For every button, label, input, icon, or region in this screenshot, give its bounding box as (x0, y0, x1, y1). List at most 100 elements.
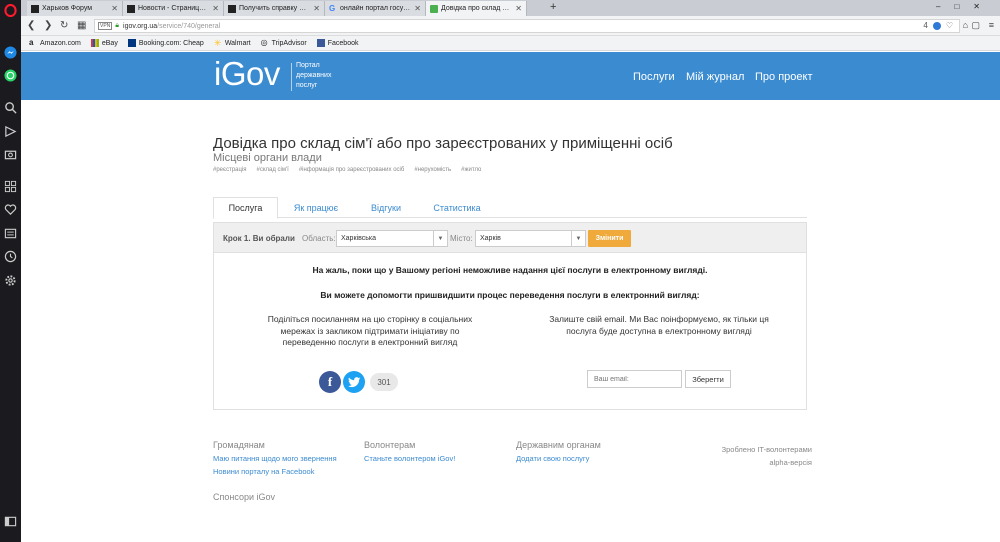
site-header: iGov Портал державних послуг Послуги Мій… (21, 52, 1000, 100)
bookmark-facebook[interactable]: Facebook (316, 39, 359, 47)
browser-tab[interactable]: Новости - Страница 2 - Х ✕ (123, 1, 224, 16)
speed-dial-icon[interactable] (3, 179, 18, 194)
lock-icon[interactable]: 🔒︎ (115, 22, 119, 30)
bookmark-amazon[interactable]: a Amazon.com (29, 39, 81, 47)
region-label: Область: (302, 234, 336, 243)
email-field[interactable] (587, 370, 682, 388)
new-tab-button[interactable]: + (550, 1, 556, 14)
booking-icon (127, 39, 136, 47)
tag[interactable]: #реєстрація (213, 167, 247, 173)
tag[interactable]: #склад сім'ї (257, 167, 289, 173)
whatsapp-icon[interactable] (3, 68, 18, 83)
footer-link[interactable]: Станьте волонтером iGov! (364, 454, 455, 463)
unavailable-message: На жаль, поки що у Вашому регіоні неможл… (214, 265, 806, 275)
tab-close-icon[interactable]: ✕ (313, 4, 320, 13)
browser-tab[interactable]: G онлайн портал госуслуг у ✕ (325, 1, 426, 16)
facebook-icon (316, 39, 325, 47)
site-favicon-icon (228, 4, 236, 13)
share-count: 301 (370, 373, 398, 391)
forward-icon[interactable]: ❯ (44, 20, 52, 31)
tag[interactable]: #інформація про зареєстрованих осіб (299, 167, 404, 173)
change-button[interactable]: Змінити (588, 230, 631, 247)
save-button[interactable]: Зберегти (685, 370, 731, 388)
camera-icon[interactable] (3, 147, 18, 162)
browser-tab[interactable]: Получить справку о соста ✕ (224, 1, 325, 16)
service-panel: Крок 1. Ви обрали Область: Харківська ▼ … (213, 222, 807, 410)
tab-service[interactable]: Послуга (213, 197, 278, 219)
address-bar-row: ❮ ❯ ↻ ▦ VPN 🔒︎ igov.org.ua/service/740/g… (21, 16, 1000, 36)
adblock-shield-icon[interactable] (932, 21, 941, 30)
speed-dial-button-icon[interactable]: ▦ (77, 20, 86, 31)
reload-icon[interactable]: ↻ (60, 20, 68, 31)
nav-about[interactable]: Про проект (755, 71, 812, 83)
tab-close-icon[interactable]: ✕ (212, 4, 219, 13)
nav-my-journal[interactable]: Мій журнал (686, 71, 744, 83)
twitter-share-icon[interactable] (343, 371, 365, 393)
vpn-badge[interactable]: VPN (98, 22, 113, 30)
tab-title: онлайн портал госуслуг у (340, 5, 411, 12)
page-subtitle: Місцеві органи влади (213, 152, 322, 164)
facebook-share-icon[interactable]: f (319, 371, 341, 393)
tab-close-icon[interactable]: ✕ (414, 4, 421, 13)
region-select[interactable]: Харківська ▼ (336, 230, 448, 247)
footer-link[interactable]: Маю питання щодо мого звернення (213, 454, 337, 463)
step-bar: Крок 1. Ви обрали Область: Харківська ▼ … (214, 223, 806, 253)
footer-citizens-title: Громадянам (213, 440, 265, 450)
bookmark-label: Amazon.com (40, 39, 81, 47)
news-icon[interactable] (3, 226, 18, 241)
bookmark-tripadvisor[interactable]: ◎ TripAdvisor (261, 39, 307, 47)
bookmark-booking[interactable]: Booking.com: Cheap (127, 39, 204, 47)
chevron-down-icon[interactable]: ▼ (571, 231, 585, 246)
messenger-icon[interactable] (3, 45, 18, 60)
downloads-icon[interactable]: ▢ (971, 20, 980, 31)
tag[interactable]: #житло (461, 167, 481, 173)
opera-logo-icon[interactable] (3, 3, 18, 18)
version-text: alpha-версія (769, 458, 812, 467)
walmart-icon: ✳ (213, 38, 222, 48)
chevron-down-icon[interactable]: ▼ (433, 231, 447, 246)
url-field[interactable]: VPN 🔒︎ igov.org.ua/service/740/general 4… (94, 19, 960, 33)
settings-icon[interactable] (3, 273, 18, 288)
tab-reviews[interactable]: Відгуки (360, 197, 412, 218)
tag[interactable]: #нерухомість (414, 167, 451, 173)
tab-how-it-works[interactable]: Як працює (285, 197, 347, 218)
footer-link[interactable]: Новини порталу на Facebook (213, 467, 314, 476)
amazon-icon: a (29, 38, 34, 47)
tripadvisor-icon: ◎ (260, 38, 268, 47)
tagline-line: послуг (296, 82, 318, 89)
browser-sidebar (0, 0, 21, 542)
sponsors-title: Спонсори iGov (213, 492, 275, 502)
footer-link[interactable]: Додати свою послугу (516, 454, 589, 463)
region-value: Харківська (341, 235, 376, 242)
city-select[interactable]: Харків ▼ (475, 230, 586, 247)
tab-close-icon[interactable]: ✕ (111, 4, 118, 13)
send-icon[interactable] (3, 124, 18, 139)
bookmark-walmart[interactable]: ✳ Walmart (213, 38, 251, 48)
sidebar-toggle-icon[interactable] (3, 514, 18, 529)
igov-logo[interactable]: iGov (214, 55, 280, 93)
bookmark-heart-icon[interactable]: ♡ (946, 21, 953, 30)
tagline-line: Портал (296, 62, 320, 69)
back-icon[interactable]: ❮ (27, 20, 35, 31)
url-badge-count: 4 (923, 21, 928, 30)
tagline-line: державних (296, 72, 332, 79)
city-value: Харків (480, 235, 501, 242)
snapshot-icon[interactable]: ⌂ (963, 20, 968, 30)
nav-services[interactable]: Послуги (633, 71, 675, 83)
search-icon[interactable] (3, 100, 18, 115)
tab-close-icon[interactable]: ✕ (515, 4, 522, 13)
bookmark-ebay[interactable]: eBay (90, 39, 118, 47)
tab-statistics[interactable]: Статистика (425, 197, 489, 218)
history-icon[interactable] (3, 249, 18, 264)
easy-setup-icon[interactable]: ≡ (989, 20, 994, 30)
content-tabs: Послуга Як працює Відгуки Статистика (213, 197, 807, 219)
bookmark-label: Facebook (327, 39, 359, 47)
browser-tab[interactable]: Харьков Форум ✕ (27, 1, 123, 16)
window-controls[interactable]: –□✕ (936, 2, 994, 11)
logo-divider (291, 63, 292, 91)
browser-tab-active[interactable]: Довідка про склад сім'ї а ✕ (426, 1, 527, 16)
ebay-icon (90, 39, 99, 47)
site-favicon-icon (31, 4, 39, 13)
heart-icon[interactable] (3, 202, 18, 217)
page-title: Довідка про склад сім'ї або про зареєстр… (213, 135, 673, 152)
